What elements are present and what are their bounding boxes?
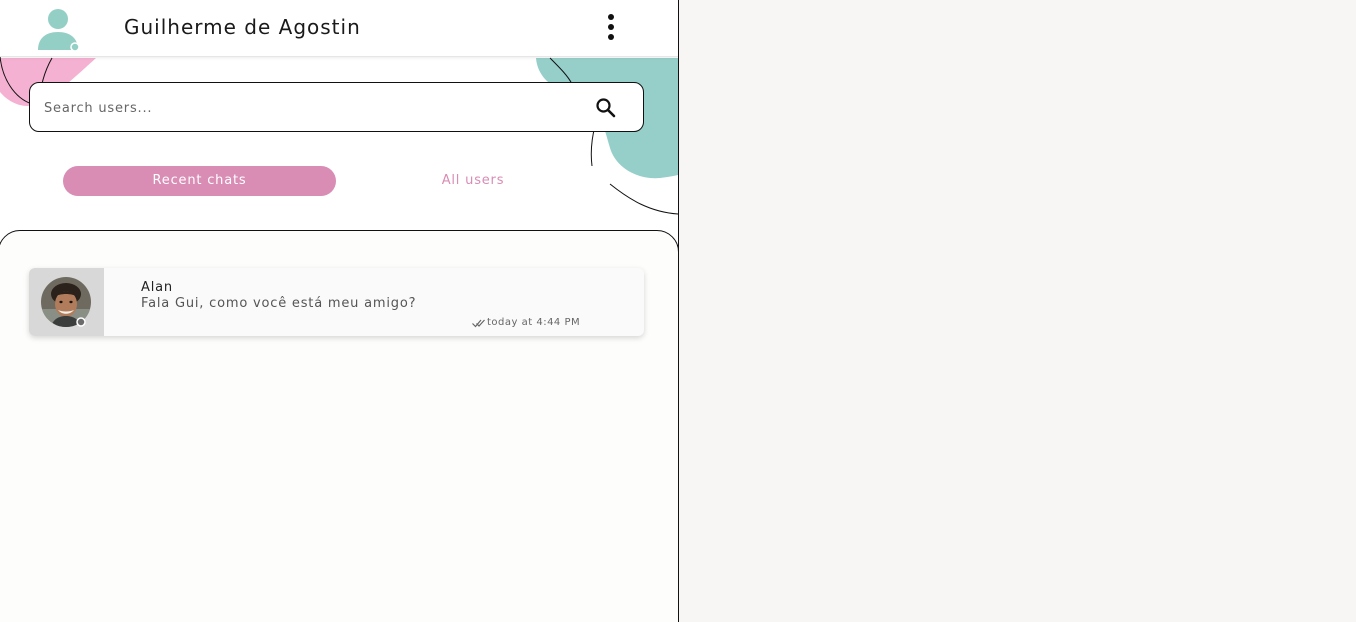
chat-timestamp-row: today at 4:44 PM [472,312,581,328]
conversation-panel-empty [679,0,1356,622]
search-bar [29,82,644,132]
double-check-icon [472,319,485,327]
user-name-title: Guilherme de Agostin [124,15,361,39]
chat-sidebar: Guilherme de Agostin Recent chats All u [0,0,679,622]
user-avatar[interactable] [34,6,82,52]
chat-contact-name: Alan [141,280,173,295]
tab-recent-chats[interactable]: Recent chats [63,166,336,196]
search-button[interactable] [594,96,618,120]
search-input[interactable] [44,95,574,121]
top-header: Guilherme de Agostin [0,0,678,57]
chat-time: today at 4:44 PM [487,317,581,328]
chat-list-item[interactable]: Alan Fala Gui, como você está meu amigo?… [29,268,644,336]
tab-all-users[interactable]: All users [380,166,566,196]
vertical-dots-icon [608,14,614,40]
app-window: Guilherme de Agostin Recent chats All u [0,0,1356,622]
contact-photo-icon [41,277,91,327]
options-menu-button[interactable] [598,12,624,44]
search-icon [596,98,616,118]
contact-avatar [41,277,91,327]
user-silhouette-icon [38,9,80,52]
chat-last-message: Fala Gui, como você está meu amigo? [141,296,417,311]
